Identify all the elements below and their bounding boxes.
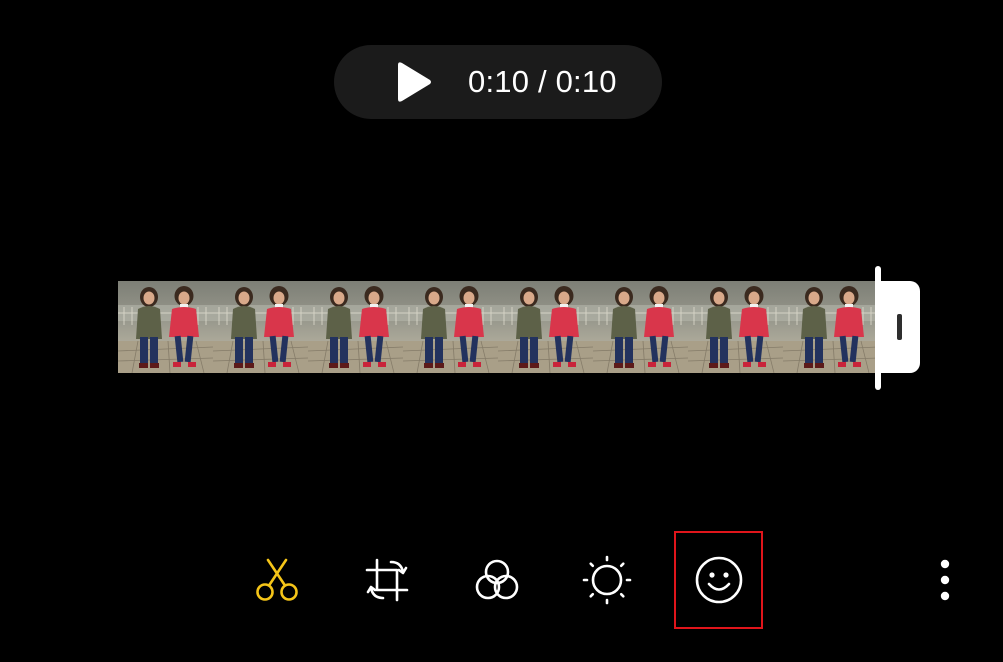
filter-tool-button[interactable] xyxy=(461,542,533,618)
scissors-icon xyxy=(256,558,298,601)
filmstrip-frame xyxy=(118,281,213,373)
trim-handle-grip xyxy=(897,314,902,340)
transform-tool-button[interactable] xyxy=(351,542,423,618)
play-button[interactable] xyxy=(390,59,436,105)
filmstrip-frame xyxy=(688,281,783,373)
playback-control: 0:10 / 0:10 xyxy=(334,45,662,119)
adjust-tool-button[interactable] xyxy=(571,542,643,618)
more-options-button[interactable] xyxy=(925,548,965,612)
smiley-icon xyxy=(695,556,742,604)
time-display: 0:10 / 0:10 xyxy=(468,64,617,99)
filmstrip-frame xyxy=(403,281,498,373)
trim-end-handle[interactable] xyxy=(879,281,920,373)
brightness-icon xyxy=(582,555,632,605)
filter-circles-icon xyxy=(475,559,519,600)
sticker-tool-button[interactable] xyxy=(674,531,763,629)
filmstrip-frame xyxy=(498,281,593,373)
video-filmstrip[interactable] xyxy=(118,281,875,373)
filmstrip-frame xyxy=(213,281,308,373)
filmstrip-frame xyxy=(308,281,403,373)
filmstrip-frame xyxy=(783,281,875,373)
play-icon xyxy=(398,62,431,102)
crop-rotate-icon xyxy=(365,558,409,602)
more-vertical-icon xyxy=(940,559,950,601)
trim-tool-button[interactable] xyxy=(241,542,313,618)
filmstrip-frame xyxy=(593,281,688,373)
